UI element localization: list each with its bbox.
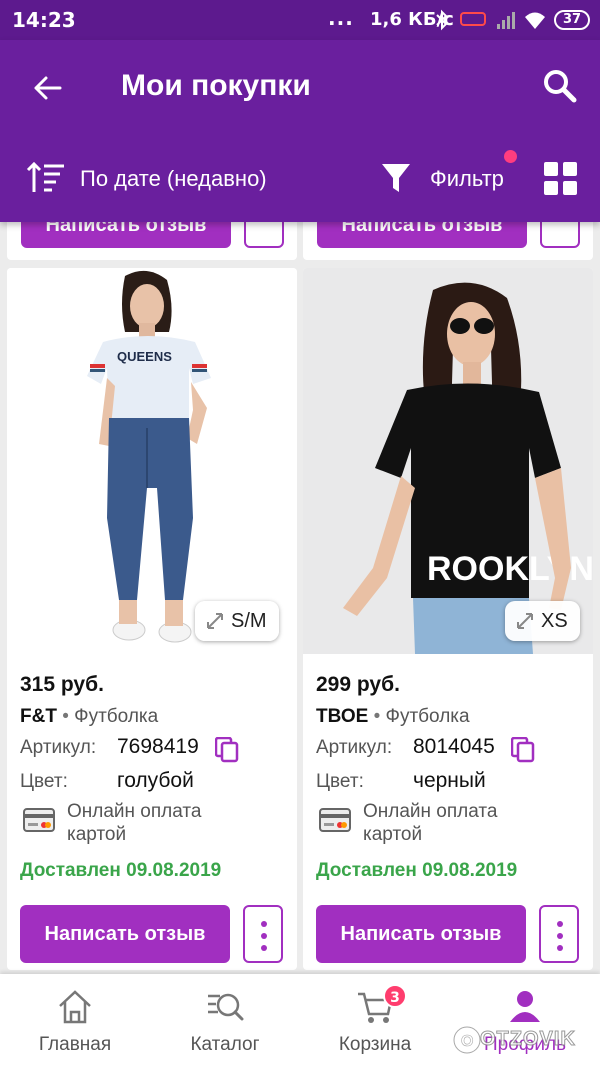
color-value: черный (413, 769, 486, 792)
copy-icon[interactable] (215, 737, 239, 763)
color-label: Цвет: (20, 771, 68, 792)
filter-active-dot (504, 150, 517, 163)
payment-method: Онлайн оплата картой (67, 801, 202, 845)
back-arrow-icon[interactable] (28, 68, 68, 108)
more-options-button[interactable] (539, 905, 579, 963)
nav-label: Главная (38, 1034, 112, 1055)
battery-icon: 37 (554, 10, 590, 30)
size-label: XS (541, 610, 568, 632)
write-review-button[interactable]: Написать отзыв (20, 905, 230, 963)
article-label: Артикул: (316, 737, 393, 758)
filter-funnel-icon (382, 164, 410, 192)
product-photo[interactable]: ROOKLYN XS (303, 268, 593, 654)
model-photo-image: QUEENS (87, 270, 211, 643)
sort-icon (26, 161, 64, 192)
product-price: 315 руб. (20, 673, 104, 696)
write-review-button[interactable]: Написать отзыв (316, 905, 526, 963)
product-type: Футболка (74, 706, 159, 727)
size-label: S/M (231, 610, 267, 632)
copy-icon[interactable] (511, 737, 535, 763)
product-card[interactable]: ROOKLYN XS 299 руб. ТВОЕ • Футболка Арти… (303, 268, 593, 970)
home-icon (59, 990, 91, 1024)
credit-card-icon (23, 808, 55, 832)
filter-label: Фильтр (430, 166, 504, 191)
app-screen: 14:23 ... 1,6 КБ/с 37 Мои покупки По дат… (0, 0, 600, 1067)
notification-dots: ... (328, 6, 354, 30)
wifi-icon (525, 12, 545, 29)
product-price: 299 руб. (316, 673, 400, 696)
cart-count-badge: 3 (383, 984, 407, 1008)
sort-label: По дате (недавно) (80, 166, 267, 191)
catalog-search-icon (208, 993, 244, 1021)
expand-arrows-icon (207, 613, 223, 629)
separator-dot: • (62, 706, 69, 727)
product-brand: ТВОЕ (316, 706, 369, 727)
signal-icon (497, 12, 515, 29)
article-value: 7698419 (117, 735, 199, 758)
credit-card-icon (319, 808, 351, 832)
grid-view-icon[interactable] (544, 162, 578, 196)
product-type: Футболка (385, 706, 470, 727)
app-bar: Мои покупки По дате (недавно) Фильтр (0, 40, 600, 222)
nav-label: Каталог (190, 1034, 260, 1055)
brand-line: F&T • Футболка (20, 706, 158, 728)
color-value: голубой (117, 769, 194, 792)
product-brand: F&T (20, 706, 57, 727)
otzovik-watermark: O OTZOVIK (452, 1022, 592, 1058)
product-card[interactable]: QUEENS S/M 315 руб. F&T • Футболка Артик… (7, 268, 297, 970)
sort-button[interactable]: По дате (недавно) (26, 158, 296, 202)
expand-arrows-icon (517, 613, 533, 629)
model-photo-image: ROOKLYN (343, 282, 593, 654)
nav-item-catalog[interactable]: Каталог (150, 974, 300, 1067)
svg-text:O: O (461, 1033, 473, 1050)
filter-button[interactable]: Фильтр (380, 158, 520, 202)
watermark-logo-icon: O (452, 1025, 482, 1055)
delivery-status: Доставлен 09.08.2019 (316, 860, 518, 881)
nav-item-home[interactable]: Главная (0, 974, 150, 1067)
article-value: 8014045 (413, 735, 495, 758)
shirt-print-text: QUEENS (117, 349, 172, 364)
profile-icon (510, 991, 540, 1022)
payment-method: Онлайн оплата картой (363, 801, 498, 845)
more-options-button[interactable] (243, 905, 283, 963)
product-photo[interactable]: QUEENS S/M (7, 268, 297, 654)
status-time: 14:23 (12, 8, 76, 32)
page-title: Мои покупки (121, 69, 311, 102)
color-label: Цвет: (316, 771, 364, 792)
size-chip[interactable]: XS (505, 601, 580, 641)
brand-line: ТВОЕ • Футболка (316, 706, 470, 728)
bluetooth-icon (436, 9, 448, 31)
separator-dot: • (373, 706, 381, 727)
size-chip[interactable]: S/M (195, 601, 279, 641)
nav-item-cart[interactable]: 3 Корзина (300, 974, 450, 1067)
article-label: Артикул: (20, 737, 97, 758)
delivery-status: Доставлен 09.08.2019 (20, 860, 222, 881)
alarm-icon (460, 12, 486, 26)
nav-label: Корзина (338, 1034, 412, 1055)
search-icon[interactable] (540, 66, 580, 106)
status-bar: 14:23 ... 1,6 КБ/с 37 (0, 0, 600, 40)
watermark-text: OTZOVIK (480, 1028, 576, 1051)
